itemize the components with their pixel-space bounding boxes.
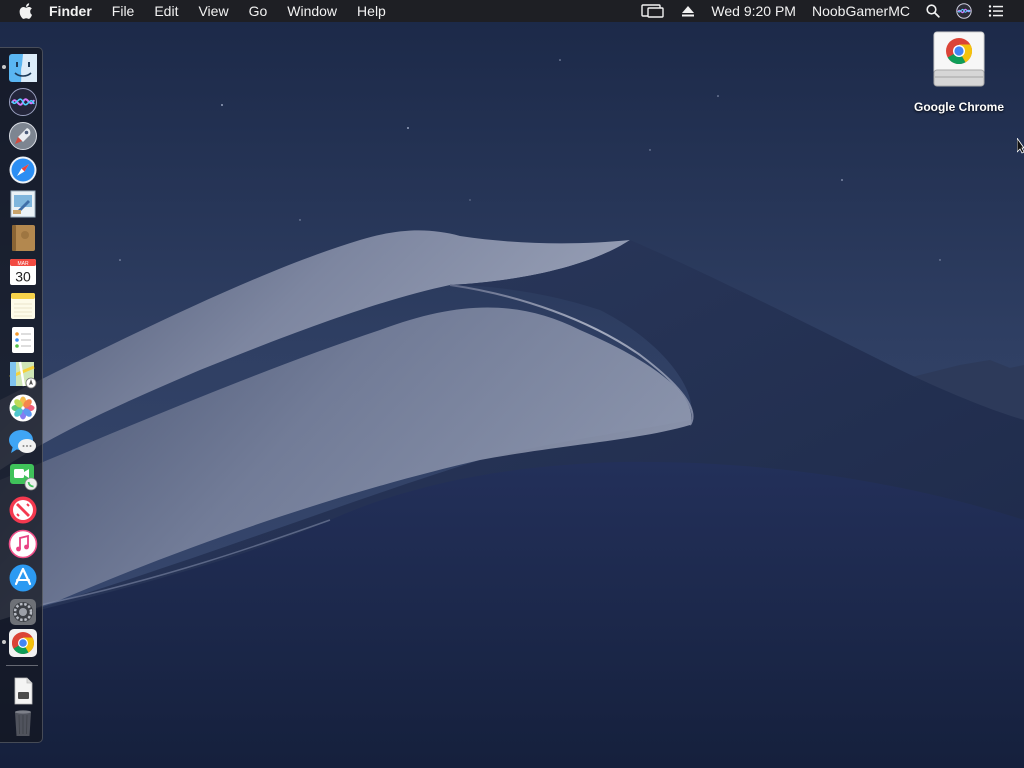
menu-go[interactable]: Go (239, 0, 278, 22)
dock-item-trash[interactable] (8, 708, 38, 738)
menu-user-name[interactable]: NoobGamerMC (804, 0, 918, 22)
siri-icon (9, 88, 37, 116)
calendar-month: MAR (17, 261, 29, 267)
system-preferences-icon (10, 599, 36, 625)
safari-icon (9, 156, 37, 184)
menu-view[interactable]: View (188, 0, 238, 22)
mojave-dunes-wallpaper (0, 0, 1024, 768)
dock-item-contacts[interactable] (8, 223, 38, 253)
menu-file[interactable]: File (102, 0, 145, 22)
dock-item-safari[interactable] (8, 155, 38, 185)
dock-item-maps[interactable] (8, 359, 38, 389)
airplay-display-icon[interactable] (633, 0, 673, 22)
calendar-day: 30 (15, 269, 31, 285)
notification-center-icon[interactable] (980, 0, 1012, 22)
menu-app-name[interactable]: Finder (41, 0, 102, 22)
dock-item-reminders[interactable] (8, 325, 38, 355)
menu-clock[interactable]: Wed 9:20 PM (703, 0, 804, 22)
dock-running-indicator (2, 640, 6, 644)
dock-item-photos[interactable] (8, 393, 38, 423)
dock-item-launchpad[interactable] (8, 121, 38, 151)
siri-icon[interactable] (948, 0, 980, 22)
document-icon (14, 677, 33, 705)
calendar-icon: MAR 30 (10, 259, 36, 285)
dock-item-notes[interactable] (8, 291, 38, 321)
photos-icon (9, 394, 37, 422)
menu-edit[interactable]: Edit (144, 0, 188, 22)
desktop-wallpaper (0, 0, 1024, 768)
chrome-icon (9, 629, 37, 657)
dock-item-news[interactable] (8, 495, 38, 525)
dock-running-indicator (2, 65, 6, 69)
dock: MAR 30 (0, 47, 43, 743)
menu-bar: Finder File Edit View Go Window Help Wed… (0, 0, 1024, 22)
dock-item-document[interactable] (8, 676, 38, 706)
menu-help[interactable]: Help (347, 0, 396, 22)
maps-icon (9, 361, 37, 389)
news-icon (9, 496, 37, 524)
dock-item-google-chrome[interactable] (8, 628, 38, 658)
menu-window[interactable]: Window (277, 0, 347, 22)
facetime-icon (10, 464, 38, 491)
app-store-icon (9, 564, 37, 592)
launchpad-icon (9, 122, 37, 150)
finder-icon (9, 54, 37, 82)
mouse-cursor-icon (1016, 136, 1024, 159)
contacts-icon (12, 225, 35, 251)
reminders-icon (12, 327, 34, 353)
dock-item-facetime[interactable] (8, 461, 38, 491)
dock-item-messages[interactable] (8, 427, 38, 457)
trash-icon (15, 710, 31, 736)
dock-item-system-preferences[interactable] (8, 597, 38, 627)
dock-item-siri[interactable] (8, 87, 38, 117)
notes-icon (11, 293, 35, 319)
messages-icon (9, 430, 36, 453)
eject-icon[interactable] (673, 0, 703, 22)
dock-item-finder[interactable] (8, 53, 38, 83)
desktop-icon-label: Google Chrome (913, 100, 1004, 114)
chrome-disk-image-icon (933, 31, 985, 87)
itunes-icon (8, 529, 38, 559)
spotlight-search-icon[interactable] (918, 0, 948, 22)
dock-separator (6, 665, 38, 666)
dock-item-itunes[interactable] (8, 529, 38, 559)
dock-item-mail[interactable] (8, 189, 38, 219)
apple-logo-icon[interactable] (0, 0, 41, 22)
dock-item-app-store[interactable] (8, 563, 38, 593)
mail-icon (10, 190, 36, 218)
desktop-icon-google-chrome[interactable]: Google Chrome (904, 30, 1014, 122)
dock-item-calendar[interactable]: MAR 30 (8, 257, 38, 287)
